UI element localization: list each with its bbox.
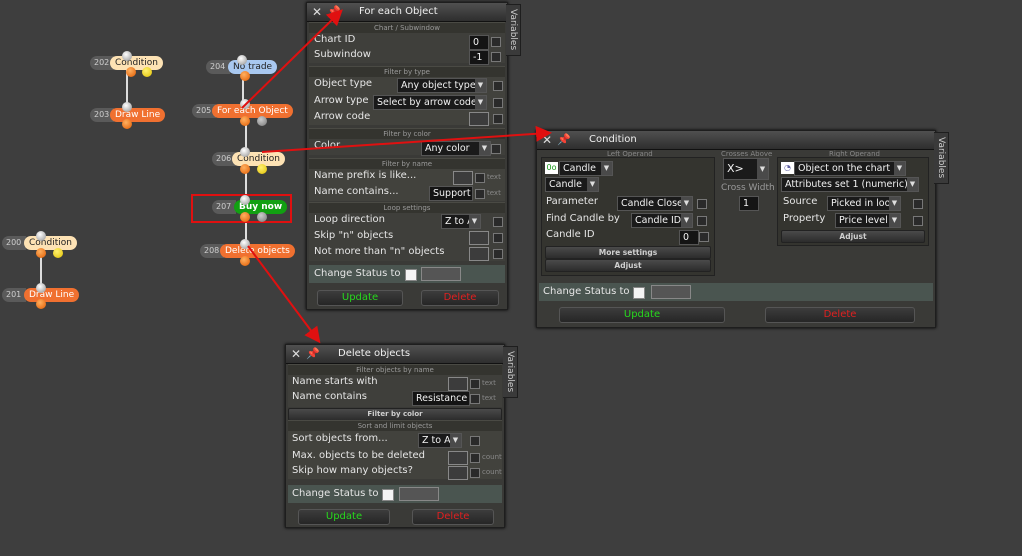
arrow-to-condition-panel bbox=[261, 125, 552, 153]
annotation-arrows bbox=[241, 9, 552, 344]
arrow-to-foreach-panel bbox=[241, 9, 343, 109]
arrow-to-delete-panel bbox=[247, 245, 321, 344]
